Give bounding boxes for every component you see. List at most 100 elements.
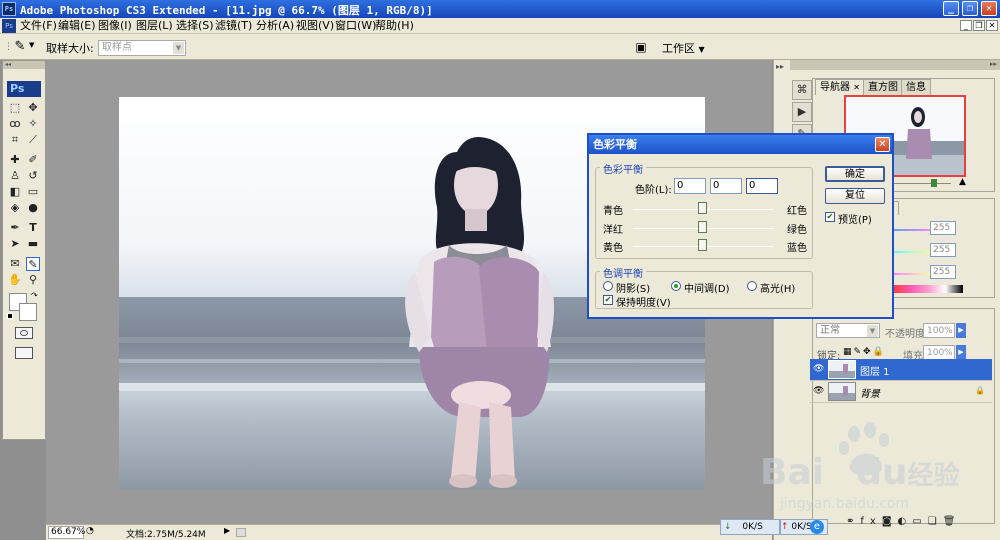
actions-panel-icon[interactable]: ▶ <box>792 102 812 122</box>
dodge-tool-icon[interactable]: ● <box>26 201 40 215</box>
highlights-label[interactable]: 高光(H) <box>760 280 795 295</box>
preserve-luminosity-label[interactable]: 保持明度(V) <box>616 294 671 309</box>
cyan-red-level[interactable]: 0 <box>674 178 706 194</box>
layer-row-background[interactable]: 👁 背景 🔒 <box>810 381 992 403</box>
lasso-tool-icon[interactable]: ꝏ <box>8 117 22 131</box>
tool-preset-chevron-icon[interactable]: ▼ <box>29 41 34 49</box>
move-tool-icon[interactable]: ✥ <box>26 101 40 115</box>
magic-wand-icon[interactable]: ✧ <box>26 117 40 131</box>
expand-arrows-icon[interactable]: ▸▸ <box>776 62 784 71</box>
path-select-icon[interactable]: ➤ <box>8 237 22 251</box>
doc-minimize-button[interactable]: _ <box>960 20 972 31</box>
opacity-arrow-icon[interactable]: ▶ <box>956 323 966 338</box>
dialog-close-button[interactable]: ✕ <box>875 137 890 152</box>
link-icon[interactable]: ⚭ <box>846 516 860 527</box>
background-color-swatch[interactable] <box>19 303 37 321</box>
menu-file[interactable]: 文件(F) <box>20 19 57 33</box>
blue-slider-track[interactable] <box>893 273 931 275</box>
eyedropper-tool-icon[interactable]: ✎ <box>26 257 40 271</box>
cyan-red-thumb[interactable] <box>698 202 707 214</box>
menu-window[interactable]: 窗口(W) <box>335 19 376 33</box>
opacity-field[interactable]: 100% <box>923 323 955 338</box>
fill-field[interactable]: 100% <box>923 345 955 360</box>
doc-close-button[interactable]: ✕ <box>986 20 998 31</box>
history-panel-icon[interactable]: ⌘ <box>792 80 812 100</box>
tab-navigator[interactable]: 导航器 ✕ <box>815 79 865 95</box>
green-slider-track[interactable] <box>893 251 931 253</box>
zoom-slider-thumb[interactable] <box>931 179 937 187</box>
red-slider-track[interactable] <box>893 229 931 231</box>
document-ps-icon[interactable]: Ps <box>2 19 16 33</box>
default-colors-icon[interactable] <box>7 313 13 319</box>
type-tool-icon[interactable]: T <box>26 221 40 235</box>
menu-select[interactable]: 选择(S) <box>176 19 214 33</box>
scroll-left-icon[interactable] <box>236 528 246 537</box>
menu-help[interactable]: 帮助(H) <box>375 19 414 33</box>
tab-histogram[interactable]: 直方图 <box>863 79 903 95</box>
hand-tool-icon[interactable]: ✋ <box>8 273 22 287</box>
shadows-label[interactable]: 阴影(S) <box>616 280 650 295</box>
notes-tool-icon[interactable]: ✉ <box>8 257 22 271</box>
shape-tool-icon[interactable]: ▬ <box>26 237 40 251</box>
red-value-field[interactable]: 255 <box>930 221 956 235</box>
color-ramp[interactable] <box>893 285 963 293</box>
zoom-in-icon[interactable]: ▲ <box>959 177 966 187</box>
midtones-label[interactable]: 中间调(D) <box>684 280 730 295</box>
minimize-button[interactable]: _ <box>943 1 959 16</box>
shadows-radio[interactable] <box>603 281 613 291</box>
yellow-blue-thumb[interactable] <box>698 239 707 251</box>
sample-size-select[interactable]: 取样点 ▼ <box>98 40 186 56</box>
green-value-field[interactable]: 255 <box>930 243 956 257</box>
doc-restore-button[interactable]: ❐ <box>973 20 985 31</box>
lock-icons[interactable]: ▦✎✥🔒 <box>843 347 886 357</box>
adjustment-icon[interactable]: ◐ <box>898 516 913 527</box>
magenta-green-level[interactable]: 0 <box>710 178 742 194</box>
highlights-radio[interactable] <box>747 281 757 291</box>
zoom-tool-icon[interactable]: ⚲ <box>26 273 40 287</box>
tools-panel-header[interactable]: ◂◂ <box>3 61 45 69</box>
menu-layer[interactable]: 图层(L) <box>136 19 173 33</box>
brush-tool-icon[interactable]: ✐ <box>26 153 40 167</box>
mask-icon[interactable]: ◙ <box>882 516 898 527</box>
reset-button[interactable]: 复位 <box>825 188 885 204</box>
status-menu-arrow-icon[interactable]: ▶ <box>224 526 230 535</box>
swap-colors-icon[interactable]: ↷ <box>31 291 38 300</box>
eraser-tool-icon[interactable]: ◧ <box>8 185 22 199</box>
gradient-tool-icon[interactable]: ▭ <box>26 185 40 199</box>
history-brush-icon[interactable]: ↺ <box>26 169 40 183</box>
palette-well-icon[interactable]: ▣ <box>630 38 652 56</box>
blue-value-field[interactable]: 255 <box>930 265 956 279</box>
preview-label[interactable]: 预览(P) <box>838 211 872 226</box>
zoom-field[interactable]: 66.67% <box>48 526 85 539</box>
menu-filter[interactable]: 滤镜(T) <box>215 19 252 33</box>
group-icon[interactable]: ▭ <box>912 516 927 527</box>
workspace-button[interactable]: 工作区 ▼ <box>662 40 705 56</box>
preview-checkbox[interactable]: ✔ <box>825 212 835 222</box>
delete-icon[interactable]: 🗑 <box>943 516 962 527</box>
quick-mask-icon[interactable] <box>15 327 33 339</box>
layer-row-1[interactable]: 👁 图层 1 <box>810 359 992 381</box>
zoom-slider-track[interactable] <box>891 183 951 184</box>
yellow-blue-level[interactable]: 0 <box>746 178 778 194</box>
screen-mode-icon[interactable] <box>15 347 33 359</box>
new-layer-icon[interactable]: ❏ <box>928 516 943 527</box>
menu-image[interactable]: 图像(I) <box>98 19 132 33</box>
menu-edit[interactable]: 编辑(E) <box>58 19 96 33</box>
eye-icon[interactable]: 👁 <box>813 386 824 396</box>
magenta-green-thumb[interactable] <box>698 221 707 233</box>
fx-icon[interactable]: fx <box>860 516 881 527</box>
blur-tool-icon[interactable]: ◈ <box>8 201 22 215</box>
midtones-radio[interactable] <box>671 281 681 291</box>
pen-tool-icon[interactable]: ✒ <box>8 221 22 235</box>
crop-tool-icon[interactable]: ⌗ <box>8 133 22 147</box>
healing-brush-icon[interactable]: ✚ <box>8 153 22 167</box>
eyedropper-icon[interactable]: ✎ <box>12 39 28 55</box>
ok-button[interactable]: 确定 <box>825 166 885 182</box>
status-info-icon[interactable]: ◔ <box>86 526 94 536</box>
menu-view[interactable]: 视图(V) <box>296 19 334 33</box>
collapse-arrows-icon[interactable]: ▸▸ <box>990 60 997 68</box>
tab-info[interactable]: 信息 <box>901 79 931 95</box>
browser-icon[interactable]: e <box>810 520 824 534</box>
marquee-tool-icon[interactable]: ⬚ <box>8 101 22 115</box>
blend-mode-select[interactable]: 正常 ▼ <box>816 323 880 338</box>
